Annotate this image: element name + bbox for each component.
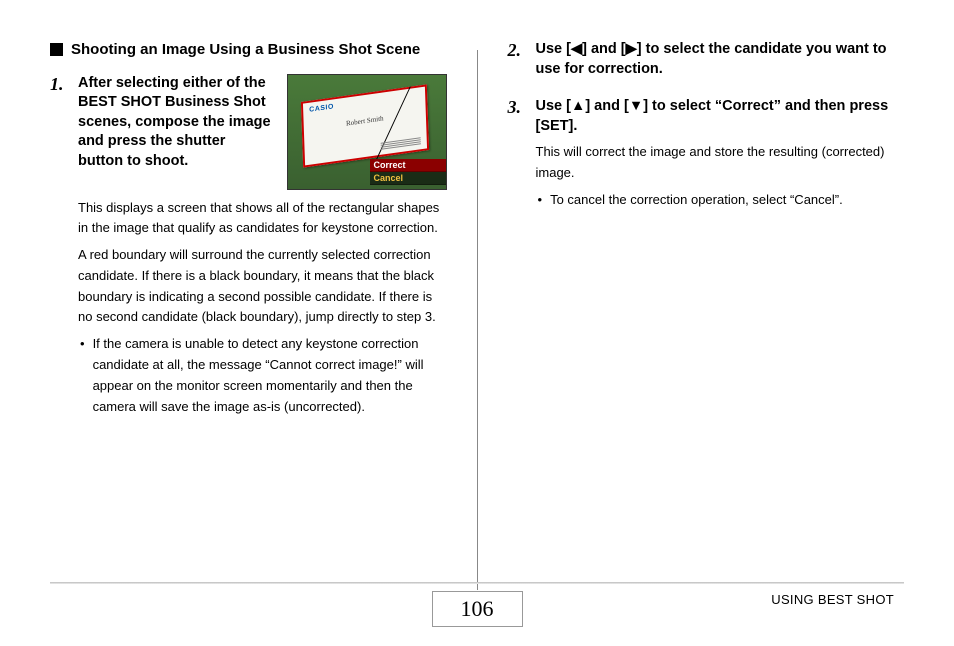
- page-footer: 106 USING BEST SHOT: [0, 582, 954, 646]
- down-arrow-icon: ▼: [629, 98, 643, 114]
- business-card-graphic: CASIO Robert Smith: [300, 84, 428, 167]
- step-3-title: Use [▲] and [▼] to select “Correct” and …: [536, 97, 905, 136]
- step-number: 3.: [508, 97, 528, 118]
- left-arrow-icon: ◀: [571, 41, 582, 57]
- step-number: 2.: [508, 40, 528, 61]
- left-column: Shooting an Image Using a Business Shot …: [50, 40, 447, 570]
- step-1-bullets: • If the camera is unable to detect any …: [78, 334, 447, 417]
- bullet-icon: •: [78, 334, 85, 417]
- step-2: 2. Use [◀] and [▶] to select the candida…: [508, 40, 905, 79]
- step-1-body: This displays a screen that shows all of…: [78, 198, 447, 329]
- step-1: 1. After selecting either of the BEST SH…: [50, 74, 447, 190]
- correction-menu: Correct Cancel: [370, 159, 446, 185]
- camera-screenshot: CASIO Robert Smith Correct Cancel: [287, 74, 447, 190]
- up-arrow-icon: ▲: [571, 98, 585, 114]
- step-3-bullets: • To cancel the correction operation, se…: [536, 190, 905, 211]
- step-3-bullet-text: To cancel the correction operation, sele…: [550, 190, 843, 211]
- step-2-title: Use [◀] and [▶] to select the candidate …: [536, 40, 905, 79]
- step-1-para-1: This displays a screen that shows all of…: [78, 198, 447, 240]
- step-1-para-2: A red boundary will surround the current…: [78, 245, 447, 328]
- step-1-title: After selecting either of the BEST SHOT …: [78, 74, 275, 172]
- right-column: 2. Use [◀] and [▶] to select the candida…: [508, 40, 905, 570]
- heading-text: Shooting an Image Using a Business Shot …: [71, 40, 420, 60]
- right-arrow-icon: ▶: [626, 41, 637, 57]
- step-3-para: This will correct the image and store th…: [536, 142, 905, 184]
- step-1-bullet-text: If the camera is unable to detect any ke…: [93, 334, 447, 417]
- page-content: Shooting an Image Using a Business Shot …: [0, 0, 954, 570]
- step-3: 3. Use [▲] and [▼] to select “Correct” a…: [508, 97, 905, 184]
- square-bullet-icon: [50, 43, 63, 56]
- menu-cancel: Cancel: [370, 172, 446, 185]
- bullet-icon: •: [536, 190, 543, 211]
- page-number: 106: [432, 591, 523, 627]
- section-heading: Shooting an Image Using a Business Shot …: [50, 40, 447, 60]
- step-number: 1.: [50, 74, 70, 95]
- column-divider: [477, 50, 478, 590]
- footer-section-label: USING BEST SHOT: [771, 592, 894, 607]
- menu-correct: Correct: [370, 159, 446, 172]
- card-brand: CASIO: [309, 103, 334, 113]
